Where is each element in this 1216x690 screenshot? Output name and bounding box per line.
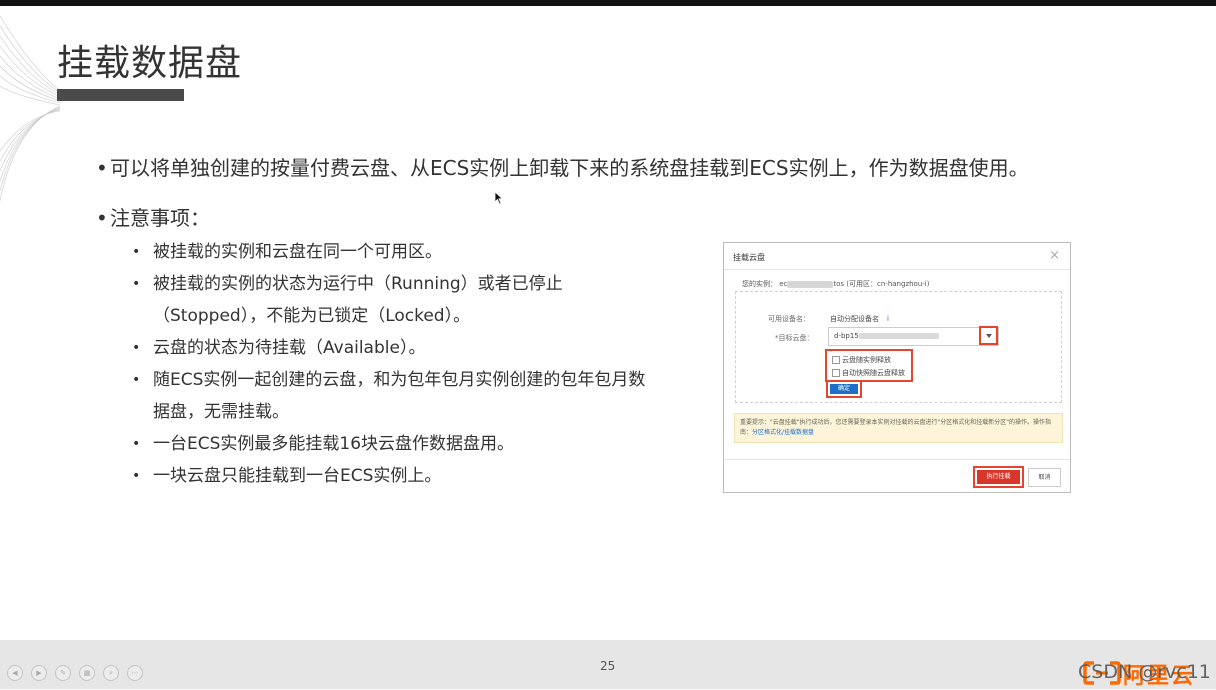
close-icon[interactable]: × [1049, 248, 1060, 263]
device-value-text: 自动分配设备名 [830, 315, 879, 323]
device-label: 可用设备名： [768, 315, 810, 323]
release-snapshot-label: 自动快照随云盘释放 [842, 369, 905, 377]
instance-label: 您的实例： [742, 280, 777, 288]
bullet-dot: • [132, 244, 141, 260]
blurred-instance-id [787, 280, 834, 288]
sub-bullet-text: （Stopped），不能为已锁定（Locked）。 [153, 306, 471, 326]
sub-bullet-text: 随ECS实例一起创建的云盘，和为包年包月实例创建的包年包月数 [153, 370, 646, 390]
release-with-instance-checkbox[interactable] [832, 356, 840, 364]
instance-info: 您的实例： ec tos (可用区：cn-hangzhou-i) [742, 279, 929, 289]
dialog-header: 挂载云盘 × [724, 243, 1070, 270]
important-notice: 重要提示："云盘挂载"执行成功后，您还需要登录本实例对挂载的云盘进行"分区格式化… [734, 413, 1063, 443]
pen-icon[interactable]: ✎ [55, 665, 71, 681]
target-disk-value-text: d-bp15 [834, 332, 859, 340]
bullet-dot: • [132, 372, 141, 388]
sub-bullet-text: 据盘，无需挂载。 [153, 402, 289, 422]
sub-bullet-text: 一块云盘只能挂载到一台ECS实例上。 [153, 466, 442, 486]
ok-button-highlight: 确定 [826, 380, 862, 398]
bullet-main-1: • 可以将单独创建的按量付费云盘、从ECS实例上卸载下来的系统盘挂载到ECS实例上… [96, 152, 1029, 181]
sub-bullet-text: 云盘的状态为待挂载（Available）。 [153, 338, 426, 358]
page-number: 25 [600, 659, 616, 673]
sub-bullet: • 被挂载的实例的状态为运行中（Running）或者已停止 [132, 268, 692, 300]
bullet-main-2: • 注意事项： [96, 202, 210, 231]
title-underline-bar [57, 89, 184, 101]
more-icon[interactable]: ⋯ [127, 665, 143, 681]
sub-bullet: • 一块云盘只能挂载到一台ECS实例上。 [132, 460, 692, 492]
bullet-dot: • [132, 436, 141, 452]
dropdown-toggle[interactable] [979, 326, 998, 345]
mount-disk-dialog-screenshot: 挂载云盘 × 您的实例： ec tos (可用区：cn-hangzhou-i) 可… [723, 242, 1071, 493]
execute-mount-button[interactable]: 执行挂载 [977, 470, 1020, 484]
bullet-dot: • [132, 468, 141, 484]
bullet-dot: • [132, 340, 141, 356]
bullet-main-2-text: 注意事项： [110, 206, 210, 230]
target-disk-label: *目标云盘： [775, 334, 814, 342]
execute-button-highlight: 执行挂载 [973, 466, 1024, 488]
cancel-button[interactable]: 取消 [1028, 468, 1061, 487]
notice-text: 重要提示："云盘挂载"执行成功后，您还需要登录本实例对挂载的云盘进行"分区格式化… [740, 419, 1034, 426]
csdn-watermark: CSDN @rvc11 [1078, 661, 1211, 683]
slide: 挂载数据盘 • 可以将单独创建的按量付费云盘、从ECS实例上卸载下来的系统盘挂载到… [0, 6, 1216, 640]
blurred-disk-id [858, 333, 939, 339]
sub-bullet-text: 被挂载的实例的状态为运行中（Running）或者已停止 [153, 274, 563, 294]
sub-bullet-list: • 被挂载的实例和云盘在同一个可用区。 • 被挂载的实例的状态为运行中（Runnin… [132, 236, 692, 492]
target-disk-value: d-bp15 [834, 332, 939, 340]
notice-link[interactable]: 分区格式化/挂载数据盘 [752, 429, 814, 436]
form-area [735, 291, 1062, 403]
next-icon[interactable]: ▶ [31, 665, 47, 681]
sub-bullet: • 随ECS实例一起创建的云盘，和为包年包月实例创建的包年包月数 [132, 364, 692, 396]
ok-button[interactable]: 确定 [830, 384, 858, 394]
bullet-dot: • [96, 206, 108, 230]
bullet-main-1-text: 可以将单独创建的按量付费云盘、从ECS实例上卸载下来的系统盘挂载到ECS实例上，… [110, 156, 1029, 180]
instance-prefix: ec [779, 280, 788, 288]
previous-icon[interactable]: ◀ [7, 665, 23, 681]
slides-icon[interactable]: ▦ [79, 665, 95, 681]
instance-suffix: tos (可用区：cn-hangzhou-i) [833, 280, 930, 288]
sub-bullet-continuation: 据盘，无需挂载。 [132, 396, 692, 428]
zoom-icon[interactable]: ⌕ [103, 665, 119, 681]
chevron-down-icon [986, 334, 992, 338]
release-snapshot-checkbox[interactable] [832, 369, 840, 377]
sub-bullet: • 被挂载的实例和云盘在同一个可用区。 [132, 236, 692, 268]
dialog-title: 挂载云盘 [733, 253, 765, 262]
dialog-footer-divider [724, 459, 1070, 460]
checkbox-group: 云盘随实例释放 自动快照随云盘释放 [825, 349, 913, 382]
bullet-dot: • [132, 276, 141, 292]
player-control-bar: ◀ ▶ ✎ ▦ ⌕ ⋯ 25 阿里云 CSDN @rvc11 [0, 640, 1216, 689]
sub-bullet-text: 一台ECS实例最多能挂载16块云盘作数据盘用。 [153, 434, 515, 454]
target-disk-select[interactable]: d-bp15 [828, 327, 999, 346]
sub-bullet: • 云盘的状态为待挂载（Available）。 [132, 332, 692, 364]
sub-bullet-continuation: （Stopped），不能为已锁定（Locked）。 [132, 300, 692, 332]
device-value: 自动分配设备名 i [830, 314, 889, 324]
sub-bullet: • 一台ECS实例最多能挂载16块云盘作数据盘用。 [132, 428, 692, 460]
mouse-pointer-icon [494, 191, 504, 205]
sub-bullet-text: 被挂载的实例和云盘在同一个可用区。 [153, 242, 442, 262]
slide-title: 挂载数据盘 [57, 43, 243, 84]
bullet-dot: • [96, 156, 108, 180]
notice-content: 重要提示："云盘挂载"执行成功后，您还需要登录本实例对挂载的云盘进行"分区格式化… [740, 418, 1058, 438]
info-icon[interactable]: i [887, 315, 889, 323]
release-with-instance-label: 云盘随实例释放 [842, 356, 891, 364]
